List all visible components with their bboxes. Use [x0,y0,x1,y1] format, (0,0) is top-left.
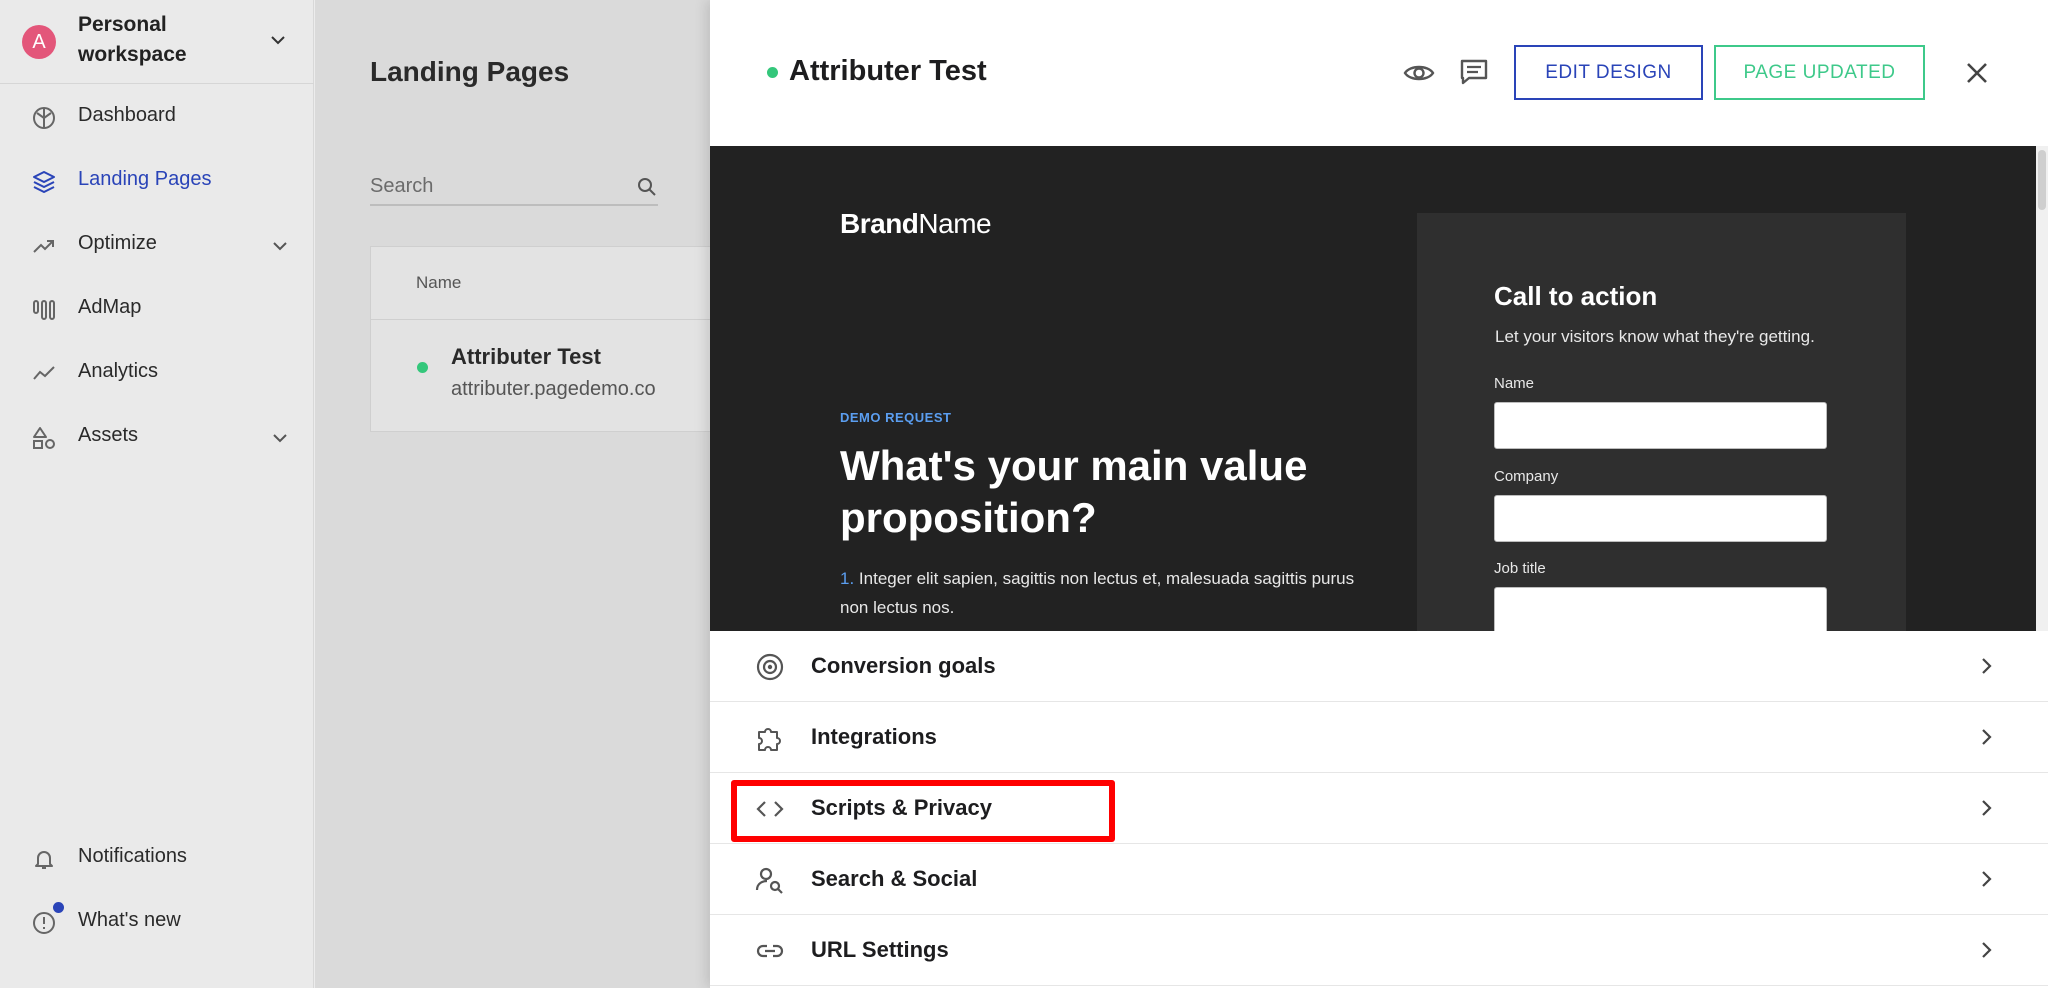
info-alert-icon [33,912,55,934]
sidebar-item-optimize[interactable]: Optimize [0,217,314,273]
settings-label: Integrations [811,724,937,749]
sidebar-item-label: Landing Pages [78,168,212,190]
target-icon [756,653,784,681]
sidebar-item-label: Notifications [78,845,187,867]
workspace-avatar: A [22,25,56,59]
sidebar-item-label: Optimize [78,232,157,254]
row-title: Attributer Test [451,344,601,369]
user-search-icon [755,867,783,894]
shapes-icon [33,427,55,449]
preview-body-text: 1. Integer elit sapien, sagittis non lec… [840,569,1355,617]
search-icon[interactable] [636,176,658,198]
page-preview[interactable]: BrandName DEMO REQUEST What's your main … [710,146,2036,631]
drawer-title: Attributer Test [789,55,987,87]
sidebar-item-analytics[interactable]: Analytics [0,345,314,401]
analytics-icon [33,366,55,380]
job-title-field[interactable] [1494,587,1827,631]
page-updated-button[interactable]: PAGE UPDATED [1714,45,1925,100]
preview-scrollbar[interactable] [2036,146,2048,631]
settings-label: Conversion goals [811,653,996,678]
sidebar-item-notifications[interactable]: Notifications [0,830,314,886]
close-icon[interactable] [1960,56,1994,90]
admap-icon [33,300,55,320]
cta-title: Call to action [1494,281,1658,311]
highlight-box [731,780,1115,842]
chevron-right-icon [1982,871,1992,887]
pages-table: Name Attributer Test attributer.pagedemo… [370,246,711,433]
chevron-down-icon [273,434,287,443]
sidebar-item-label: Assets [78,424,139,446]
company-field[interactable] [1494,495,1827,542]
sidebar-item-label: AdMap [78,296,142,318]
sidebar-item-assets[interactable]: Assets [0,409,314,465]
workspace-name: Personal workspace [78,13,187,66]
trending-up-icon [33,240,54,253]
status-dot [417,362,428,373]
workspace-switcher[interactable]: A Personal workspace [0,0,314,84]
chevron-down-icon [273,242,287,251]
table-row[interactable]: Attributer Test attributer.pagedemo.co [371,319,711,433]
chevron-right-icon [1982,658,1992,674]
drawer-header: Attributer Test EDIT DESIGN PAGE UPDATED [710,0,2048,146]
page-title: Landing Pages [370,56,570,87]
column-header-name[interactable]: Name [416,273,461,293]
demo-label: DEMO REQUEST [840,410,952,425]
settings-row-search-social[interactable]: Search & Social [710,844,2048,915]
cta-form-card: Call to action Let your visitors know wh… [1417,213,1906,631]
chevron-right-icon [1982,800,1992,816]
sidebar-item-admap[interactable]: AdMap [0,281,314,337]
eye-icon[interactable] [1402,56,1436,90]
status-dot [767,67,778,78]
field-label-company: Company [1494,468,1559,485]
sidebar-item-label: Analytics [78,360,159,382]
chevron-down-icon [271,36,285,45]
edit-design-button[interactable]: EDIT DESIGN [1514,45,1703,100]
name-field[interactable] [1494,402,1827,449]
layers-icon [33,171,55,193]
sidebar-item-label: Dashboard [78,104,176,126]
field-label-job-title: Job title [1494,560,1546,577]
puzzle-icon [758,728,781,751]
settings-row-url-settings[interactable]: URL Settings [710,915,2048,986]
chevron-right-icon [1982,729,1992,745]
landing-pages-list: Landing Pages Name Attributer Test attri… [315,0,711,988]
sidebar-item-landing-pages[interactable]: Landing Pages [0,153,314,209]
preview-headline: What's your main value proposition? [840,442,1308,541]
sidebar-item-label: What's new [78,909,181,931]
link-icon [756,944,784,958]
whats-new-badge [53,902,64,913]
sidebar-item-dashboard[interactable]: Dashboard [0,89,314,145]
cta-subtitle: Let your visitors know what they're gett… [1495,327,1815,346]
settings-label: Search & Social [811,866,978,891]
search-input[interactable] [370,172,620,200]
preview-scrollbar-thumb[interactable] [2038,150,2046,210]
brand-logo: BrandName [840,208,992,239]
settings-row-integrations[interactable]: Integrations [710,702,2048,773]
row-url: attributer.pagedemo.co [451,378,656,400]
chevron-right-icon [1982,942,1992,958]
settings-row-conversion-goals[interactable]: Conversion goals [710,631,2048,702]
search-box [370,168,658,206]
page-detail-drawer: Attributer Test EDIT DESIGN PAGE UPDATED… [710,0,2048,988]
settings-row-scripts-privacy[interactable]: Scripts & Privacy [710,773,2048,844]
sidebar: A Personal workspace Dashboard Landing P… [0,0,314,988]
dashboard-icon [33,107,55,129]
sidebar-item-whats-new[interactable]: What's new [0,894,314,950]
field-label-name: Name [1494,375,1535,392]
bell-icon [35,851,53,869]
settings-label: URL Settings [811,937,949,962]
comment-icon[interactable] [1458,56,1490,88]
